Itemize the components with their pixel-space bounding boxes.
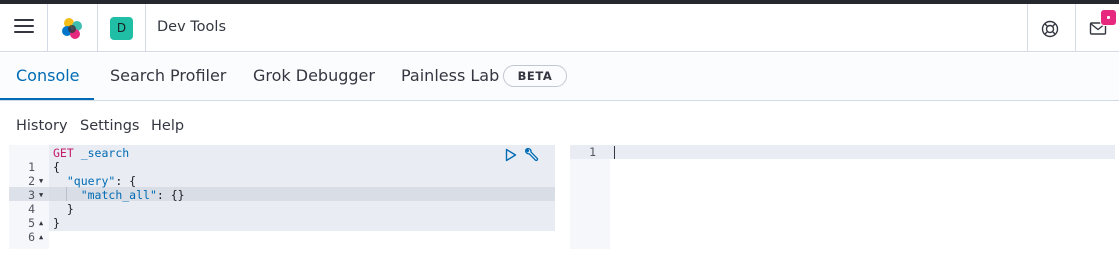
code-line: "query": { bbox=[53, 174, 136, 188]
json-key: "match_all" bbox=[80, 188, 157, 202]
response-output[interactable] bbox=[610, 145, 1115, 249]
output-gutter bbox=[570, 145, 610, 249]
settings-link[interactable]: Settings bbox=[80, 118, 139, 134]
text-cursor bbox=[614, 146, 615, 159]
beta-badge: BETA bbox=[503, 65, 567, 87]
line-number: 4 bbox=[28, 202, 35, 216]
tab-bar: Console Search Profiler Grok Debugger Pa… bbox=[0, 53, 1119, 101]
notification-badge bbox=[1101, 10, 1116, 25]
code-line: } bbox=[53, 216, 60, 230]
request-method: GET bbox=[53, 146, 74, 160]
tab-painless-lab[interactable]: Painless Lab bbox=[401, 53, 499, 100]
line-number: 2 ▼ bbox=[28, 174, 44, 188]
code-line: GET _search bbox=[53, 146, 129, 160]
line-number: 1 bbox=[589, 145, 596, 159]
tab-grok-debugger[interactable]: Grok Debugger bbox=[253, 53, 375, 100]
output-active-line bbox=[570, 145, 1115, 159]
header-divider bbox=[47, 4, 48, 52]
json-punctuation: : {} bbox=[156, 188, 185, 202]
help-icon[interactable] bbox=[1041, 20, 1059, 38]
fold-up-icon[interactable]: ▲ bbox=[39, 230, 43, 244]
json-key: "query" bbox=[66, 174, 116, 188]
help-link[interactable]: Help bbox=[151, 118, 184, 134]
code-line: "match_all": {} bbox=[53, 188, 185, 202]
line-number: 6 ▲ bbox=[28, 230, 44, 244]
history-link[interactable]: History bbox=[16, 118, 68, 134]
wrench-icon[interactable] bbox=[523, 147, 539, 163]
pane-resizer[interactable] bbox=[555, 145, 560, 249]
kibana-logo[interactable] bbox=[60, 16, 84, 40]
breadcrumb-app-title: Dev Tools bbox=[157, 19, 226, 35]
code-line: } bbox=[53, 202, 74, 216]
line-number: 3 ▼ bbox=[28, 188, 44, 202]
request-path: _search bbox=[73, 146, 130, 160]
header-divider bbox=[97, 4, 98, 52]
header-bar: D Dev Tools bbox=[0, 4, 1119, 52]
line-number: 1 bbox=[28, 160, 35, 174]
space-avatar[interactable]: D bbox=[110, 17, 133, 40]
header-divider bbox=[145, 4, 146, 52]
tab-console[interactable]: Console bbox=[0, 53, 94, 100]
header-divider bbox=[1027, 4, 1028, 52]
play-icon[interactable] bbox=[505, 148, 517, 162]
menu-icon[interactable] bbox=[14, 19, 34, 37]
json-punctuation: : { bbox=[115, 174, 137, 188]
header-divider bbox=[1075, 4, 1076, 52]
code-line: { bbox=[53, 160, 60, 174]
line-number: 5 ▲ bbox=[28, 216, 44, 230]
tab-search-profiler[interactable]: Search Profiler bbox=[110, 53, 226, 100]
